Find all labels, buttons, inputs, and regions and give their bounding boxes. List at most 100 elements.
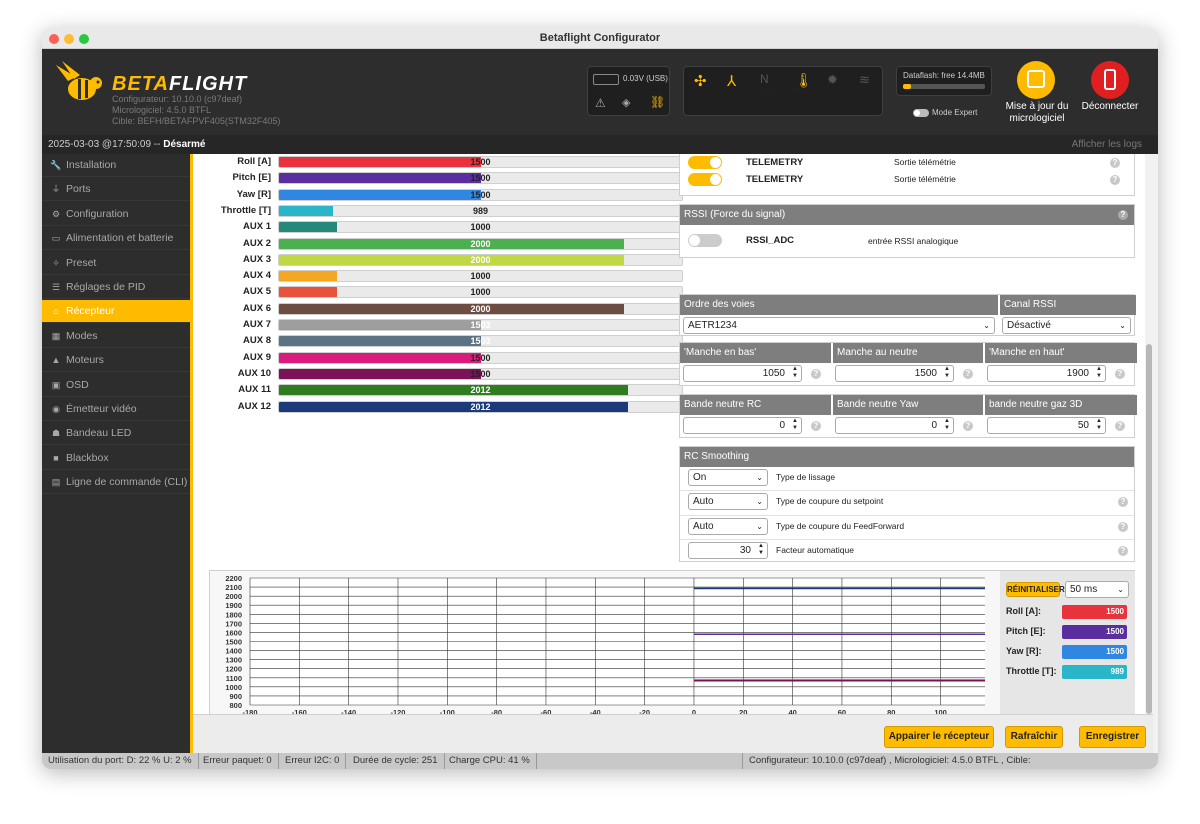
- stepper-icon[interactable]: ▲ ▼: [1096, 366, 1102, 380]
- sidebar-item-12[interactable]: ■ Blackbox: [42, 447, 190, 470]
- sidebar-item-2[interactable]: ⚙ Configuration: [42, 203, 190, 226]
- battery-voltage: 0.03V (USB): [623, 74, 668, 83]
- stick-header-2: 'Manche en haut': [984, 343, 1137, 363]
- help-icon[interactable]: ?: [963, 421, 973, 431]
- sensor-accel: ⅄ Accel: [719, 73, 751, 96]
- smoothing-select-0[interactable]: On ⌄: [688, 469, 768, 486]
- channel-row: AUX 5 1000: [211, 285, 691, 299]
- rssi-channel-header: Canal RSSI: [999, 295, 1136, 315]
- stick-input-1[interactable]: 1500 ▲ ▼: [835, 365, 954, 382]
- stick-value: 1500: [914, 368, 937, 379]
- status-line: 2025-03-03 @17:50:09 -- Désarmé Afficher…: [42, 135, 1158, 154]
- telemetry-toggle[interactable]: [688, 156, 722, 169]
- stick-input-2[interactable]: 1900 ▲ ▼: [987, 365, 1106, 382]
- sidebar-item-5[interactable]: ☰ Réglages de PID: [42, 276, 190, 299]
- legend-value: 1500: [1106, 647, 1124, 656]
- rssi-adc-toggle[interactable]: [688, 234, 722, 247]
- deadband-input-2[interactable]: 50 ▲ ▼: [987, 417, 1106, 434]
- battery-panel: 0.03V (USB) ⚠ ◈ ⛓: [587, 66, 670, 116]
- sidebar-item-label: Installation: [66, 159, 117, 171]
- channel-row: AUX 6 2000: [211, 302, 691, 316]
- osd-icon: ▣: [51, 379, 61, 390]
- sidebar-item-10[interactable]: ◉ Émetteur vidéo: [42, 398, 190, 421]
- help-icon[interactable]: ?: [811, 421, 821, 431]
- disconnect-button[interactable]: [1091, 61, 1129, 99]
- channel-map-value: AETR1234: [688, 320, 737, 331]
- deadband-input-0[interactable]: 0 ▲ ▼: [683, 417, 802, 434]
- channel-label: AUX 4: [243, 270, 271, 282]
- stepper-icon[interactable]: ▲ ▼: [944, 366, 950, 380]
- help-icon[interactable]: ?: [811, 369, 821, 379]
- y-tick-label: 2000: [225, 592, 242, 601]
- smoothing-select-2[interactable]: Auto ⌄: [688, 517, 768, 535]
- maximize-window-button[interactable]: [79, 34, 89, 44]
- help-icon[interactable]: ?: [1110, 175, 1120, 185]
- reset-graph-button[interactable]: RÉINITIALISER: [1006, 582, 1065, 597]
- stepper-icon[interactable]: ▲ ▼: [792, 366, 798, 380]
- sidebar-item-8[interactable]: ▲ Moteurs: [42, 349, 190, 373]
- sidebar-item-9[interactable]: ▣ OSD: [42, 374, 190, 397]
- help-icon[interactable]: ?: [963, 369, 973, 379]
- refresh-button[interactable]: Rafraîchir: [1005, 726, 1063, 748]
- scrollbar[interactable]: [1145, 154, 1153, 714]
- usb-icon: [1104, 69, 1116, 90]
- stepper-icon[interactable]: ▲ ▼: [944, 418, 950, 432]
- sidebar-item-label: Ligne de commande (CLI): [66, 476, 188, 489]
- plug-icon: ⏚: [51, 184, 61, 195]
- sidebar-item-3[interactable]: ▭ Alimentation et batterie: [42, 227, 190, 251]
- sidebar-item-0[interactable]: 🔧 Installation: [42, 154, 190, 177]
- expert-mode-toggle[interactable]: [913, 109, 929, 117]
- smoothing-number-3[interactable]: 30 ▲ ▼: [688, 541, 768, 559]
- help-icon[interactable]: ?: [1115, 369, 1125, 379]
- interval-select[interactable]: 50 ms ⌄: [1065, 581, 1129, 598]
- stick-box: 'Manche en bas' 1050 ▲ ▼? Manche au neutre 15…: [679, 342, 1137, 386]
- close-window-button[interactable]: [49, 34, 59, 44]
- window-title: Betaflight Configurator: [539, 32, 661, 44]
- rssi-channel-value: Désactivé: [1007, 320, 1051, 331]
- channel-value: 2000: [470, 254, 491, 265]
- channel-value: 1500: [470, 189, 491, 200]
- help-icon[interactable]: ?: [1118, 497, 1128, 508]
- telemetry-toggle[interactable]: [688, 173, 722, 186]
- show-logs-link[interactable]: Afficher les logs: [1072, 135, 1142, 154]
- stick-input-0[interactable]: 1050 ▲ ▼: [683, 365, 802, 382]
- sonar-icon: ≋: [859, 72, 870, 87]
- smoothing-select-1[interactable]: Auto ⌄: [688, 493, 768, 511]
- y-tick-label: 1500: [225, 638, 242, 647]
- telemetry-desc: Sortie télémétrie: [894, 157, 956, 167]
- channel-bar: 1500: [278, 156, 683, 168]
- telemetry-desc: Sortie télémétrie: [894, 174, 956, 184]
- channel-row: AUX 8 1503: [211, 334, 691, 348]
- save-button[interactable]: Enregistrer: [1079, 726, 1146, 748]
- channel-label: Yaw [R]: [236, 188, 271, 200]
- help-icon[interactable]: ?: [1110, 158, 1120, 168]
- bind-receiver-button[interactable]: Appairer le récepteur: [884, 726, 994, 748]
- scrollbar-thumb[interactable]: [1146, 344, 1152, 714]
- header: BETAFLIGHT Configurateur: 10.10.0 (c97de…: [42, 49, 1158, 135]
- led-icon: ☗: [51, 428, 61, 439]
- stepper-icon[interactable]: ▲ ▼: [758, 543, 764, 557]
- sidebar-item-1[interactable]: ⏚ Ports: [42, 178, 190, 202]
- sidebar-item-13[interactable]: ▤ Ligne de commande (CLI): [42, 471, 190, 495]
- stepper-icon[interactable]: ▲ ▼: [1096, 418, 1102, 432]
- stepper-icon[interactable]: ▲ ▼: [792, 418, 798, 432]
- sidebar-item-7[interactable]: ▦ Modes: [42, 325, 190, 348]
- channel-row: Yaw [R] 1500: [211, 188, 691, 202]
- battery-icon: ▭: [51, 233, 61, 244]
- sidebar-item-6[interactable]: ⌂ Récepteur: [42, 300, 190, 324]
- sidebar-item-11[interactable]: ☗ Bandeau LED: [42, 422, 190, 446]
- dataflash-panel: Dataflash: free 14.4MB: [896, 66, 992, 96]
- rssi-channel-select[interactable]: Désactivé ⌄: [1002, 317, 1131, 334]
- minimize-window-button[interactable]: [64, 34, 74, 44]
- channel-map-select[interactable]: AETR1234 ⌄: [683, 317, 995, 334]
- legend-label: Pitch [E]:: [1006, 626, 1046, 636]
- sidebar-item-4[interactable]: ✧ Preset: [42, 252, 190, 275]
- firmware-update-button[interactable]: [1017, 61, 1055, 99]
- accel-icon: ⅄: [727, 73, 737, 90]
- help-icon[interactable]: ?: [1115, 421, 1125, 431]
- help-icon[interactable]: ?: [1118, 521, 1128, 532]
- deadband-input-1[interactable]: 0 ▲ ▼: [835, 417, 954, 434]
- help-icon[interactable]: ?: [1118, 210, 1128, 220]
- help-icon[interactable]: ?: [1118, 545, 1128, 556]
- footer-stat-2: Erreur I2C: 0: [279, 753, 347, 769]
